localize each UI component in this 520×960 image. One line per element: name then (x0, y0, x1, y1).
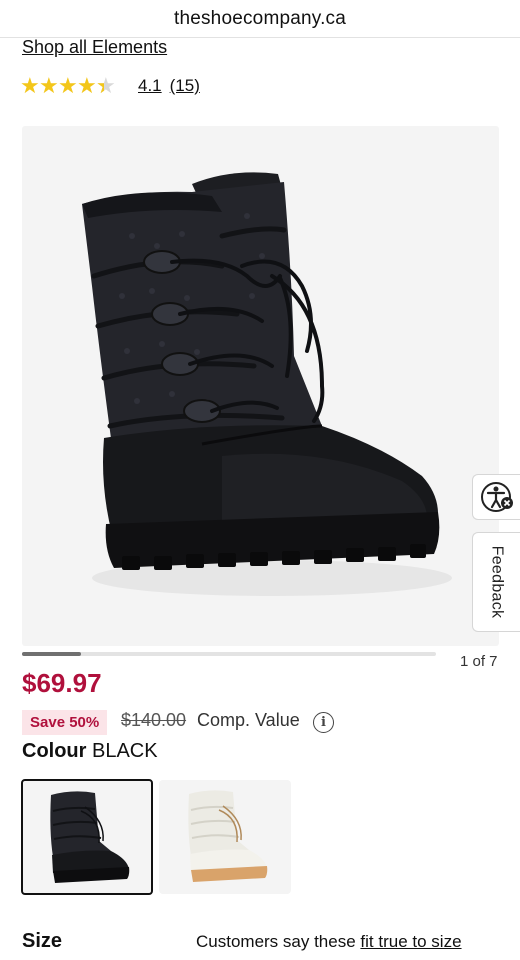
shop-all-brand-link[interactable]: Shop all Elements (22, 37, 167, 58)
colour-label: Colour (22, 740, 87, 762)
fit-true-to-size-link[interactable]: fit true to size (360, 932, 461, 951)
rating-value[interactable]: 4.1 (138, 76, 162, 96)
url-text: theshoecompany.ca (173, 7, 347, 29)
colour-swatch-black[interactable] (21, 779, 153, 895)
product-image-gallery[interactable] (22, 126, 499, 646)
star-icon: ★ (20, 73, 40, 98)
comp-value-label: Comp. Value (197, 710, 300, 730)
colour-swatch-white[interactable] (159, 780, 291, 894)
browser-url-bar[interactable]: theshoecompany.ca (0, 0, 520, 38)
star-icon: ★ (77, 73, 97, 98)
gallery-progress-fill (22, 652, 82, 656)
save-percent-badge: Save 50% (22, 710, 108, 735)
colour-selection-label: Colour BLACK (22, 740, 158, 763)
accessibility-widget-button[interactable] (472, 474, 520, 520)
feedback-tab[interactable]: Feedback (472, 532, 520, 632)
size-label: Size (22, 930, 63, 952)
image-counter: 1 of 7 (460, 653, 498, 670)
colour-value: BLACK (92, 740, 158, 762)
star-icon: ★ (58, 73, 78, 98)
black-winter-boot-image (82, 172, 452, 596)
review-count-link[interactable]: (15) (170, 76, 200, 96)
star-rating: ★ ★ ★ ★ ★★ (20, 73, 116, 98)
white-boot-thumbnail (188, 790, 268, 882)
star-icon: ★ (39, 73, 59, 98)
product-rating[interactable]: ★ ★ ★ ★ ★★ 4.1 (15) (20, 74, 200, 98)
sale-price: $69.97 (22, 668, 102, 698)
feedback-label: Feedback (488, 545, 506, 619)
star-icon: ★★ (96, 73, 116, 98)
fit-info: Customers say these fit true to size (196, 932, 462, 952)
info-icon[interactable]: i (313, 712, 334, 733)
original-price: $140.00 (121, 710, 187, 730)
black-boot-thumbnail (50, 791, 130, 883)
fit-prefix: Customers say these (196, 932, 356, 951)
gallery-progress-bar[interactable] (22, 652, 436, 656)
accessibility-icon (480, 482, 513, 512)
